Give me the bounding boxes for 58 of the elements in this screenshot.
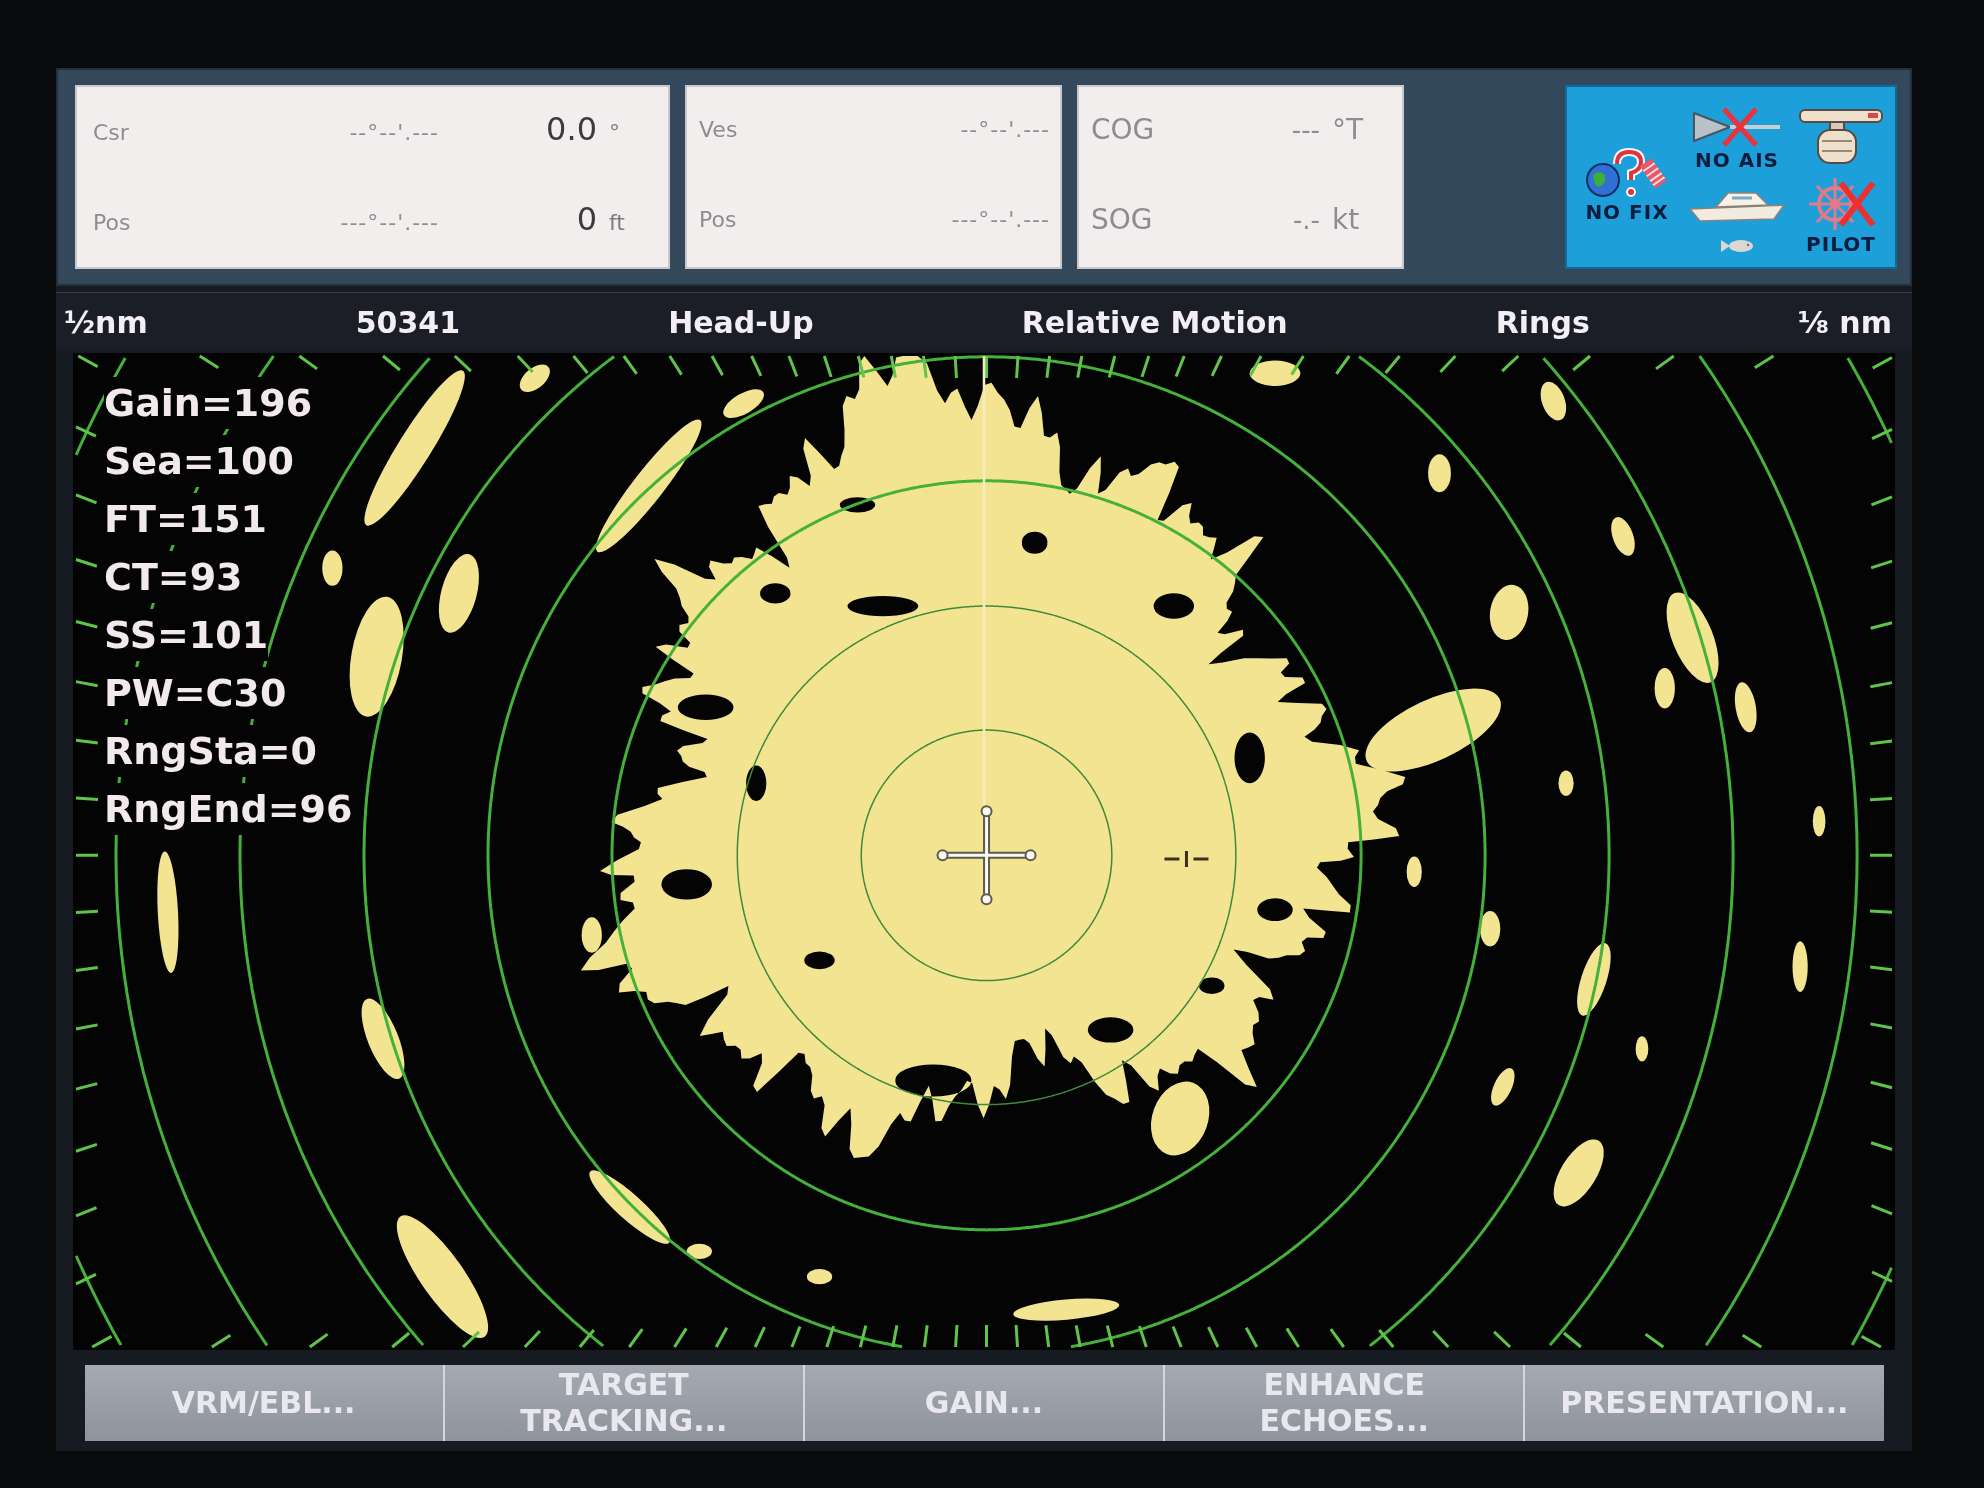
radar-echo xyxy=(1428,454,1451,493)
setting-readout: CT=93 xyxy=(104,551,243,603)
readout-value: --- xyxy=(1290,114,1320,145)
status-label: NO FIX xyxy=(1585,201,1669,223)
soft-key[interactable]: ENHANCE ECHOES... xyxy=(1163,1365,1524,1441)
soft-key[interactable]: TARGET TRACKING... xyxy=(442,1365,803,1441)
setting-readout: FT=151 xyxy=(104,493,268,545)
radar-echo xyxy=(1553,1139,1604,1207)
readout-value: 0 xyxy=(575,200,597,238)
soft-key[interactable]: PRESENTATION... xyxy=(1523,1365,1884,1441)
radar-echo xyxy=(1792,941,1808,992)
setting-readout: RngSta=0 xyxy=(104,725,317,777)
radar-echo xyxy=(1491,1068,1515,1106)
radar-echo xyxy=(1540,381,1567,421)
readout-value: 0.0 xyxy=(545,110,597,148)
header-text: ⅛ nm xyxy=(1797,304,1892,340)
header-text: ½nm xyxy=(64,304,148,340)
radar-echo xyxy=(806,1269,833,1285)
field-label: COG xyxy=(1091,112,1156,146)
field-label: SOG xyxy=(1091,202,1154,236)
status-label: PILOT xyxy=(1806,233,1876,255)
header-text: Relative Motion xyxy=(1021,304,1288,340)
radar-echo xyxy=(1558,770,1574,796)
radar-echo xyxy=(1480,911,1501,947)
position-value: ---°--'.--- xyxy=(950,206,1050,232)
soft-key[interactable]: GAIN... xyxy=(802,1365,1164,1441)
position-value: ---°--'.--- xyxy=(339,210,439,235)
field-label: Pos xyxy=(699,206,738,232)
field-label: Pos xyxy=(93,210,132,235)
radar-echo xyxy=(1489,584,1529,640)
field-label: Csr xyxy=(93,120,130,145)
position-value: --°--'.--- xyxy=(348,120,439,145)
unit-label: kt xyxy=(1331,202,1361,236)
header-text: Head-Up xyxy=(668,304,814,340)
unit-label: ft xyxy=(608,210,626,235)
position-value: --°--'.--- xyxy=(959,116,1050,142)
radar-echo xyxy=(322,550,343,586)
radar-echo xyxy=(1812,806,1826,837)
header-text: Rings xyxy=(1495,304,1590,340)
radar-echo xyxy=(1734,682,1757,733)
field-label: Ves xyxy=(699,116,739,142)
setting-readout: Gain=196 xyxy=(104,377,313,429)
setting-readout: Sea=100 xyxy=(104,435,294,487)
radar-echo xyxy=(519,364,550,393)
status-label: NO AIS xyxy=(1695,149,1779,171)
radar-echo xyxy=(1611,517,1635,556)
unit-label: °T xyxy=(1331,112,1365,146)
crosshair-icon xyxy=(936,805,1037,906)
header-text: 50341 xyxy=(355,304,461,340)
readout-value: -.- xyxy=(1291,204,1320,235)
setting-readout: PW=C30 xyxy=(104,667,287,719)
setting-readout: SS=101 xyxy=(104,609,269,661)
radar-echo xyxy=(686,1243,712,1259)
radar-echo xyxy=(1635,1036,1649,1062)
unit-label: ° xyxy=(608,120,621,145)
setting-readout: RngEnd=96 xyxy=(104,783,353,835)
soft-key[interactable]: VRM/EBL... xyxy=(84,1365,443,1441)
range-marker-icon xyxy=(1162,849,1210,869)
